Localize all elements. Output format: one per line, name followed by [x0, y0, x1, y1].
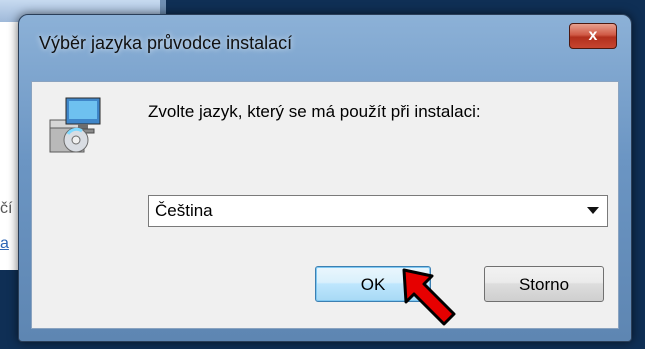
cancel-button[interactable]: Storno — [484, 266, 604, 302]
background-window-text: čí — [0, 200, 13, 217]
background-window-panel: čí a — [0, 95, 18, 252]
background-window-link[interactable]: a — [0, 235, 16, 253]
language-select[interactable]: Čeština — [148, 195, 608, 227]
close-button[interactable]: x — [569, 23, 617, 49]
chevron-down-icon[interactable] — [587, 207, 599, 214]
red-arrow-icon — [402, 268, 456, 326]
dialog-title: Výběr jazyka průvodce instalací — [39, 33, 293, 53]
dialog-content: Zvolte jazyk, který se má použít při ins… — [31, 81, 619, 329]
installer-icon — [49, 97, 101, 153]
language-select-value: Čeština — [155, 201, 213, 220]
language-prompt: Zvolte jazyk, který se má použít při ins… — [148, 102, 481, 121]
language-selection-dialog: Výběr jazyka průvodce instalací x Zvolte… — [18, 14, 632, 342]
